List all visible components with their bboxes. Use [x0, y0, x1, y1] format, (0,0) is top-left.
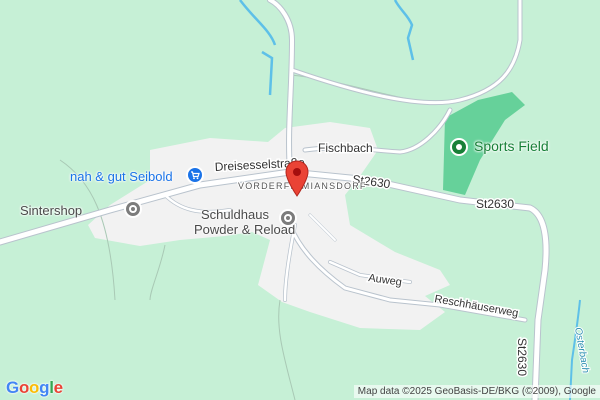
stream: [261, 50, 274, 96]
sports-field-icon[interactable]: [450, 138, 468, 156]
poi-label-schuldhaus-line1[interactable]: Schuldhaus: [201, 207, 269, 222]
map-base-layer: Dreisesselstraße Fischbach St2630 St2630…: [0, 0, 592, 400]
google-logo[interactable]: Google: [6, 378, 63, 398]
location-pin-icon[interactable]: [284, 160, 310, 198]
poi-label-sports-field[interactable]: Sports Field: [474, 139, 549, 154]
poi-label-schuldhaus-line2[interactable]: Powder & Reload: [194, 222, 295, 237]
water-label-osterbach: Osterbach: [572, 327, 591, 375]
shop-icon[interactable]: [124, 200, 142, 218]
stream: [239, 0, 277, 46]
road-label-st2630-b: St2630: [476, 197, 514, 211]
road-label-fischbach: Fischbach: [318, 141, 373, 155]
poi-label-nah-gut[interactable]: nah & gut Seibold: [70, 169, 173, 184]
stream: [393, 0, 415, 61]
map-canvas[interactable]: Dreisesselstraße Fischbach St2630 St2630…: [0, 0, 600, 400]
shopping-cart-icon[interactable]: [186, 166, 204, 184]
poi-label-sintershop[interactable]: Sintershop: [20, 203, 82, 218]
map-attribution[interactable]: Map data ©2025 GeoBasis-DE/BKG (©2009), …: [353, 385, 600, 398]
road-label-st2630-c: St2630: [515, 338, 529, 376]
shop-icon[interactable]: [279, 209, 297, 227]
road-label-reschhaeuserweg: Reschhäuserweg: [433, 293, 519, 320]
